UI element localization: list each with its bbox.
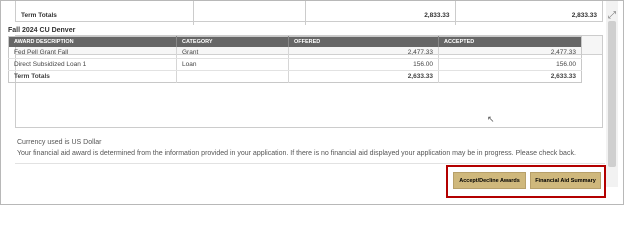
award-description: Fed Pell Grant Fall (8, 47, 177, 59)
column-header-category: CATEGORY (176, 36, 289, 47)
previous-term-totals-table: Term Totals 2,833.33 2,833.33 (16, 1, 602, 25)
term-subtitle: Fall 2024 CU Denver (8, 27, 76, 34)
award-category: Loan (176, 58, 289, 71)
divider (15, 163, 605, 164)
financial-aid-summary-button[interactable]: Financial Aid Summary (530, 172, 601, 189)
financial-aid-note: Your financial aid award is determined f… (17, 150, 576, 157)
award-accepted: 156.00 (438, 58, 582, 71)
mouse-cursor-icon: ↖ (487, 114, 495, 124)
award-offered: 156.00 (288, 58, 439, 71)
term-totals-label: Term Totals (8, 70, 177, 83)
table-row: Direct Subsidized Loan 1 Loan 156.00 156… (8, 58, 582, 71)
award-table: AWARD DESCRIPTION CATEGORY OFFERED ACCEP… (8, 36, 582, 83)
previous-term-totals-panel: Term Totals 2,833.33 2,833.33 (15, 1, 603, 25)
financial-aid-frame: Term Totals 2,833.33 2,833.33 Fall 2024 … (0, 0, 624, 205)
table-row: Term Totals 2,833.33 2,833.33 (16, 1, 602, 25)
term-totals-category-cell (176, 70, 289, 83)
term-totals-accepted: 2,633.33 (550, 73, 576, 80)
award-table-header-row: AWARD DESCRIPTION CATEGORY OFFERED ACCEP… (8, 36, 582, 47)
term-totals-label: Term Totals (16, 1, 194, 25)
award-offered: 2,477.33 (288, 47, 439, 59)
table-row: Fed Pell Grant Fall Grant 2,477.33 2,477… (8, 47, 582, 59)
award-category: Grant (176, 47, 289, 59)
column-header-offered: OFFERED (288, 36, 439, 47)
column-header-award-description: AWARD DESCRIPTION (8, 36, 177, 47)
accept-decline-awards-button[interactable]: Accept/Decline Awards (453, 172, 526, 189)
award-description: Direct Subsidized Loan 1 (8, 58, 177, 71)
term-totals-accepted: 2,833.33 (571, 11, 597, 19)
expand-icon[interactable]: ⤢ (605, 9, 619, 23)
currency-note: Currency used is US Dollar (17, 139, 102, 146)
term-totals-offered: 2,633.33 (288, 70, 439, 83)
term-totals-row: Term Totals 2,633.33 2,633.33 (8, 70, 582, 83)
term-award-detail-content: Fall 2024 CU Denver AWARD DESCRIPTION CA… (8, 25, 594, 83)
vertical-scrollbar[interactable] (606, 1, 618, 187)
column-header-accepted: ACCEPTED (438, 36, 582, 47)
term-totals-category-cell (193, 1, 306, 25)
scrollbar-thumb[interactable] (608, 21, 616, 167)
award-accepted: 2,477.33 (438, 47, 582, 59)
term-totals-offered: 2,833.33 (305, 1, 456, 25)
